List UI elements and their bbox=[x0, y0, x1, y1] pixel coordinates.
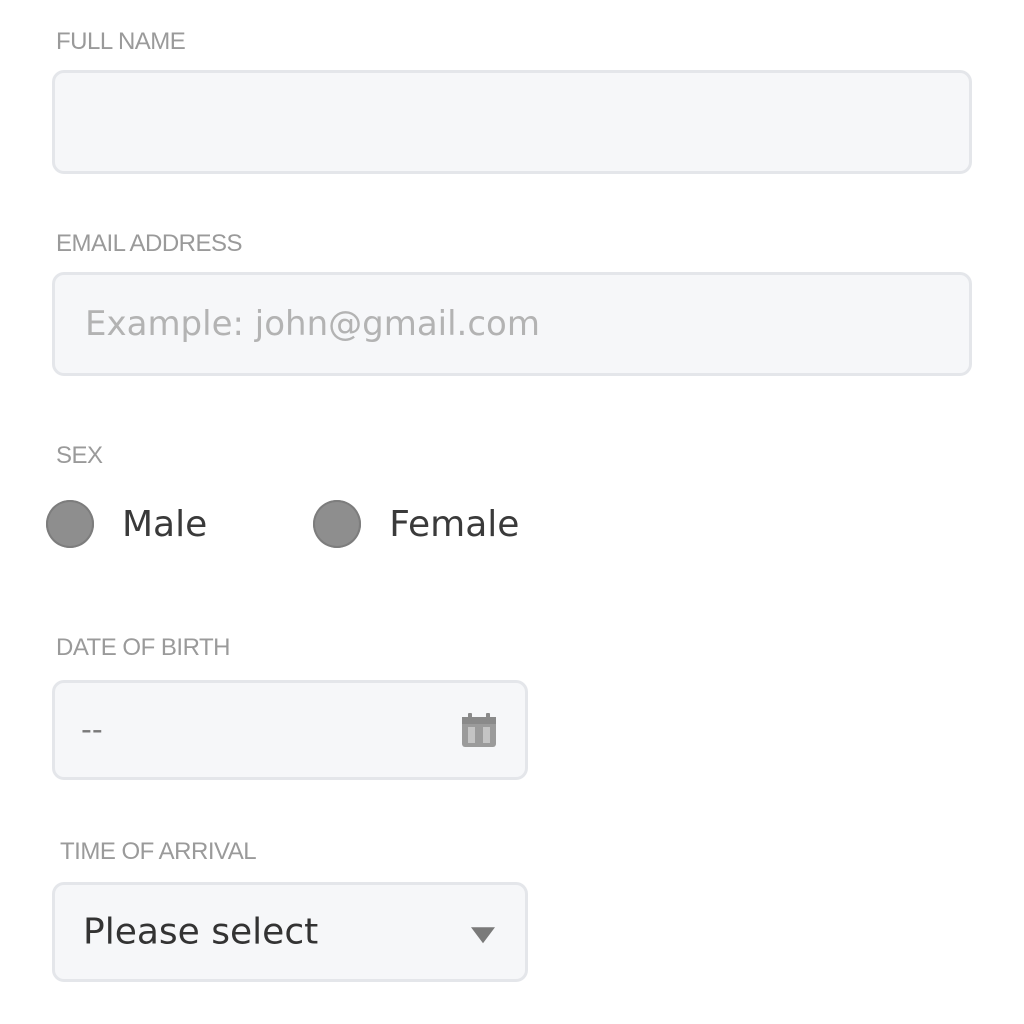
full-name-input[interactable] bbox=[55, 73, 969, 171]
female-radio-button[interactable] bbox=[313, 500, 362, 548]
date-of-birth-label: DATE OF BIRTH bbox=[56, 634, 230, 661]
male-radio-label: Male bbox=[122, 503, 208, 545]
chevron-down-icon[interactable] bbox=[471, 927, 495, 944]
email-field-container bbox=[52, 272, 972, 376]
sex-label: SEX bbox=[56, 442, 103, 469]
email-label: EMAIL ADDRESS bbox=[56, 230, 243, 257]
radio-option-male[interactable]: Male bbox=[46, 500, 207, 548]
female-radio-label: Female bbox=[389, 503, 520, 545]
sex-radio-group: Male Female bbox=[46, 492, 519, 556]
time-of-arrival-selected: Please select bbox=[83, 911, 319, 953]
time-of-arrival-label: TIME OF ARRIVAL bbox=[60, 838, 257, 865]
radio-option-female[interactable]: Female bbox=[313, 500, 519, 548]
male-radio-button[interactable] bbox=[46, 500, 94, 548]
full-name-field-container bbox=[52, 70, 972, 174]
time-of-arrival-select[interactable]: Please select bbox=[52, 882, 528, 982]
date-of-birth-value: -- bbox=[81, 712, 103, 748]
full-name-label: FULL NAME bbox=[56, 28, 186, 55]
calendar-icon[interactable] bbox=[459, 711, 499, 749]
date-of-birth-field[interactable]: -- bbox=[52, 680, 528, 780]
email-input[interactable] bbox=[55, 275, 969, 373]
